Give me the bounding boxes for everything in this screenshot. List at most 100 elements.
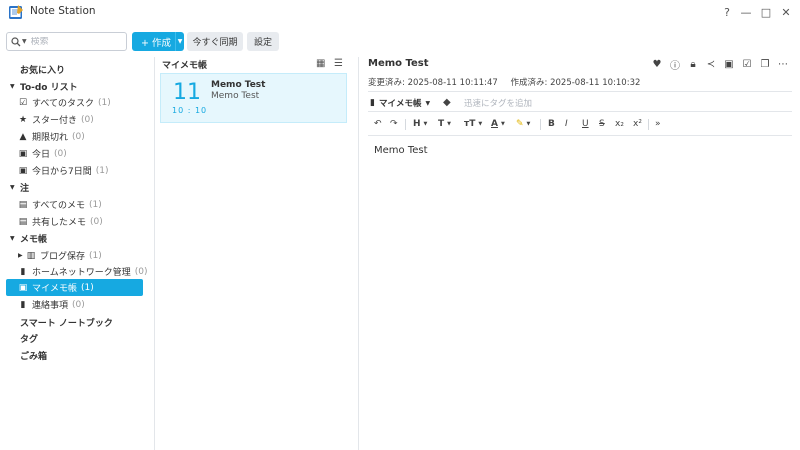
notebook-stack-icon: ▥ <box>26 250 36 261</box>
notebook-selector-label: マイメモ帳 <box>378 99 422 109</box>
highlight-button[interactable]: ✎ ▼ <box>516 119 530 129</box>
note-title: Memo Test <box>211 80 266 90</box>
maximize-button[interactable]: □ <box>757 3 775 21</box>
sidebar-item-todo[interactable]: ▼ To-do リスト <box>10 78 147 95</box>
underline-button[interactable]: U <box>582 119 589 129</box>
created-date: 作成済み: 2025-08-11 10:10:32 <box>510 78 641 88</box>
quick-tag-input[interactable]: 迅速にタグを追加 <box>464 97 532 109</box>
star-icon: ★ <box>18 114 28 125</box>
shared-notes-count: (0) <box>90 216 103 227</box>
memo-title[interactable]: Memo Test <box>368 58 429 69</box>
caret-down-icon[interactable]: ▼ <box>10 83 20 90</box>
note-list-header: マイメモ帳 <box>162 61 208 71</box>
today-label: 今日 <box>32 150 51 160</box>
note-time: 10 : 10 <box>172 106 208 115</box>
next7-count: (1) <box>95 165 109 176</box>
create-button[interactable]: + 作成 ▼ <box>132 32 184 51</box>
sidebar-item-smart-notebook[interactable]: スマート ノートブック <box>20 314 157 331</box>
sidebar-item-notebooks[interactable]: ▼ メモ帳 <box>10 230 147 247</box>
reminder-icon[interactable]: ▣ <box>723 58 735 70</box>
caret-down-icon[interactable]: ▼ <box>10 235 20 242</box>
shared-notes-icon: ▤ <box>18 216 28 227</box>
sidebar-item-all-notes[interactable]: ▤ すべてのメモ (1) <box>18 196 155 213</box>
create-dropdown-icon[interactable]: ▼ <box>175 32 184 51</box>
tags-label: タグ <box>20 335 39 345</box>
note-day: 11 <box>173 80 201 105</box>
font-color-button[interactable]: A ▼ <box>491 119 505 129</box>
share-icon[interactable]: ≺ <box>705 58 717 70</box>
toolbar-separator <box>405 119 406 130</box>
more-icon[interactable]: ⋯ <box>777 58 789 70</box>
caret-right-icon[interactable]: ▶ <box>18 252 26 259</box>
notebook-selector[interactable]: ▮ マイメモ帳 ▼ <box>370 97 430 109</box>
my-notebook-count: (1) <box>81 282 94 293</box>
sort-icon[interactable]: ☰ <box>334 58 343 69</box>
calendar-week-icon: ▣ <box>18 165 28 176</box>
note-snippet: Memo Test <box>211 91 260 101</box>
sidebar-item-trash[interactable]: ごみ箱 <box>20 347 157 364</box>
sidebar-item-my-notebook[interactable]: ▣ マイメモ帳 (1) <box>6 279 143 296</box>
search-box[interactable]: ▼ <box>6 32 127 51</box>
sidebar-item-today[interactable]: ▣ 今日 (0) <box>18 145 155 162</box>
favorites-label: お気に入り <box>20 66 66 76</box>
notebook-icon: ▣ <box>18 282 28 293</box>
editor-body[interactable]: Memo Test <box>374 145 428 156</box>
sync-now-button[interactable]: 今すぐ同期 <box>187 32 243 51</box>
trash-label: ごみ箱 <box>20 352 48 362</box>
sidebar-item-blog[interactable]: ▶ ▥ ブログ保存 (1) <box>18 247 155 264</box>
sidebar-item-favorites[interactable]: お気に入り <box>20 61 157 78</box>
sidebar-item-contacts[interactable]: ▮ 連絡事項 (0) <box>18 296 155 313</box>
minimize-button[interactable]: — <box>737 3 755 21</box>
notebook-icon: ▮ <box>20 266 26 277</box>
lock-icon[interactable]: 🔒︎ <box>687 58 699 70</box>
info-icon[interactable]: ⓘ <box>669 58 681 72</box>
superscript-button[interactable]: x² <box>633 119 642 129</box>
font-size-label: тT <box>464 119 476 129</box>
all-tasks-label: すべてのタスク <box>32 99 95 109</box>
sidebar-item-notes[interactable]: ▼ 注 <box>10 179 147 196</box>
create-button-label: + 作成 <box>141 37 171 49</box>
sidebar-item-starred[interactable]: ★ スター付き (0) <box>18 111 155 128</box>
shared-notes-label: 共有したメモ <box>32 218 87 228</box>
all-notes-count: (1) <box>89 199 102 210</box>
sidebar-item-next-7-days[interactable]: ▣ 今日から7日間 (1) <box>18 162 155 179</box>
undo-icon[interactable]: ↶ <box>374 119 382 129</box>
smart-notebook-label: スマート ノートブック <box>20 319 113 329</box>
redo-icon[interactable]: ↷ <box>390 119 398 129</box>
notebook-icon: ▮ <box>370 98 375 108</box>
warning-icon: ▲ <box>19 131 27 142</box>
settings-button[interactable]: 設定 <box>247 32 279 51</box>
sidebar-item-all-tasks[interactable]: ☑ すべてのタスク (1) <box>18 94 155 111</box>
subscript-button[interactable]: x₂ <box>615 119 624 129</box>
note-metadata: 変更済み: 2025-08-11 10:11:47 作成済み: 2025-08-… <box>368 76 650 88</box>
strikethrough-button[interactable]: S <box>599 119 605 129</box>
grid-view-icon[interactable]: ▦ <box>316 58 325 69</box>
sidebar-item-home-network[interactable]: ▮ ホームネットワーク管理 (0) <box>18 263 155 280</box>
font-size-button[interactable]: тT ▼ <box>464 119 482 129</box>
sidebar-item-shared-notes[interactable]: ▤ 共有したメモ (0) <box>18 213 155 230</box>
font-button[interactable]: T ▼ <box>438 119 451 129</box>
todo-header-label: To-do リスト <box>20 83 78 93</box>
bold-button[interactable]: B <box>548 119 555 129</box>
help-button[interactable]: ? <box>718 3 736 21</box>
expand-toolbar-icon[interactable]: » <box>655 119 661 129</box>
starred-label: スター付き <box>32 116 78 126</box>
starred-count: (0) <box>81 114 94 125</box>
close-button[interactable]: ✕ <box>777 3 795 21</box>
notebooks-header-label: メモ帳 <box>20 235 48 245</box>
sidebar-item-overdue[interactable]: ▲ 期限切れ (0) <box>18 128 155 145</box>
note-list-item[interactable]: 11 10 : 10 Memo Test Memo Test <box>160 73 347 123</box>
italic-button[interactable]: I <box>565 119 568 129</box>
blog-label: ブログ保存 <box>40 252 86 262</box>
todo-icon[interactable]: ☑ <box>741 58 753 70</box>
heading-button[interactable]: H ▼ <box>413 119 427 129</box>
heart-icon[interactable]: ♥ <box>651 58 663 70</box>
search-input[interactable] <box>30 36 111 47</box>
search-dropdown-icon[interactable]: ▼ <box>22 38 27 45</box>
caret-down-icon[interactable]: ▼ <box>10 184 20 191</box>
contacts-label: 連絡事項 <box>32 301 69 311</box>
copy-icon[interactable]: ❐ <box>759 58 771 70</box>
font-color-label: A <box>491 119 498 129</box>
sidebar-item-tags[interactable]: タグ <box>20 330 157 347</box>
toolbar-separator <box>540 119 541 130</box>
